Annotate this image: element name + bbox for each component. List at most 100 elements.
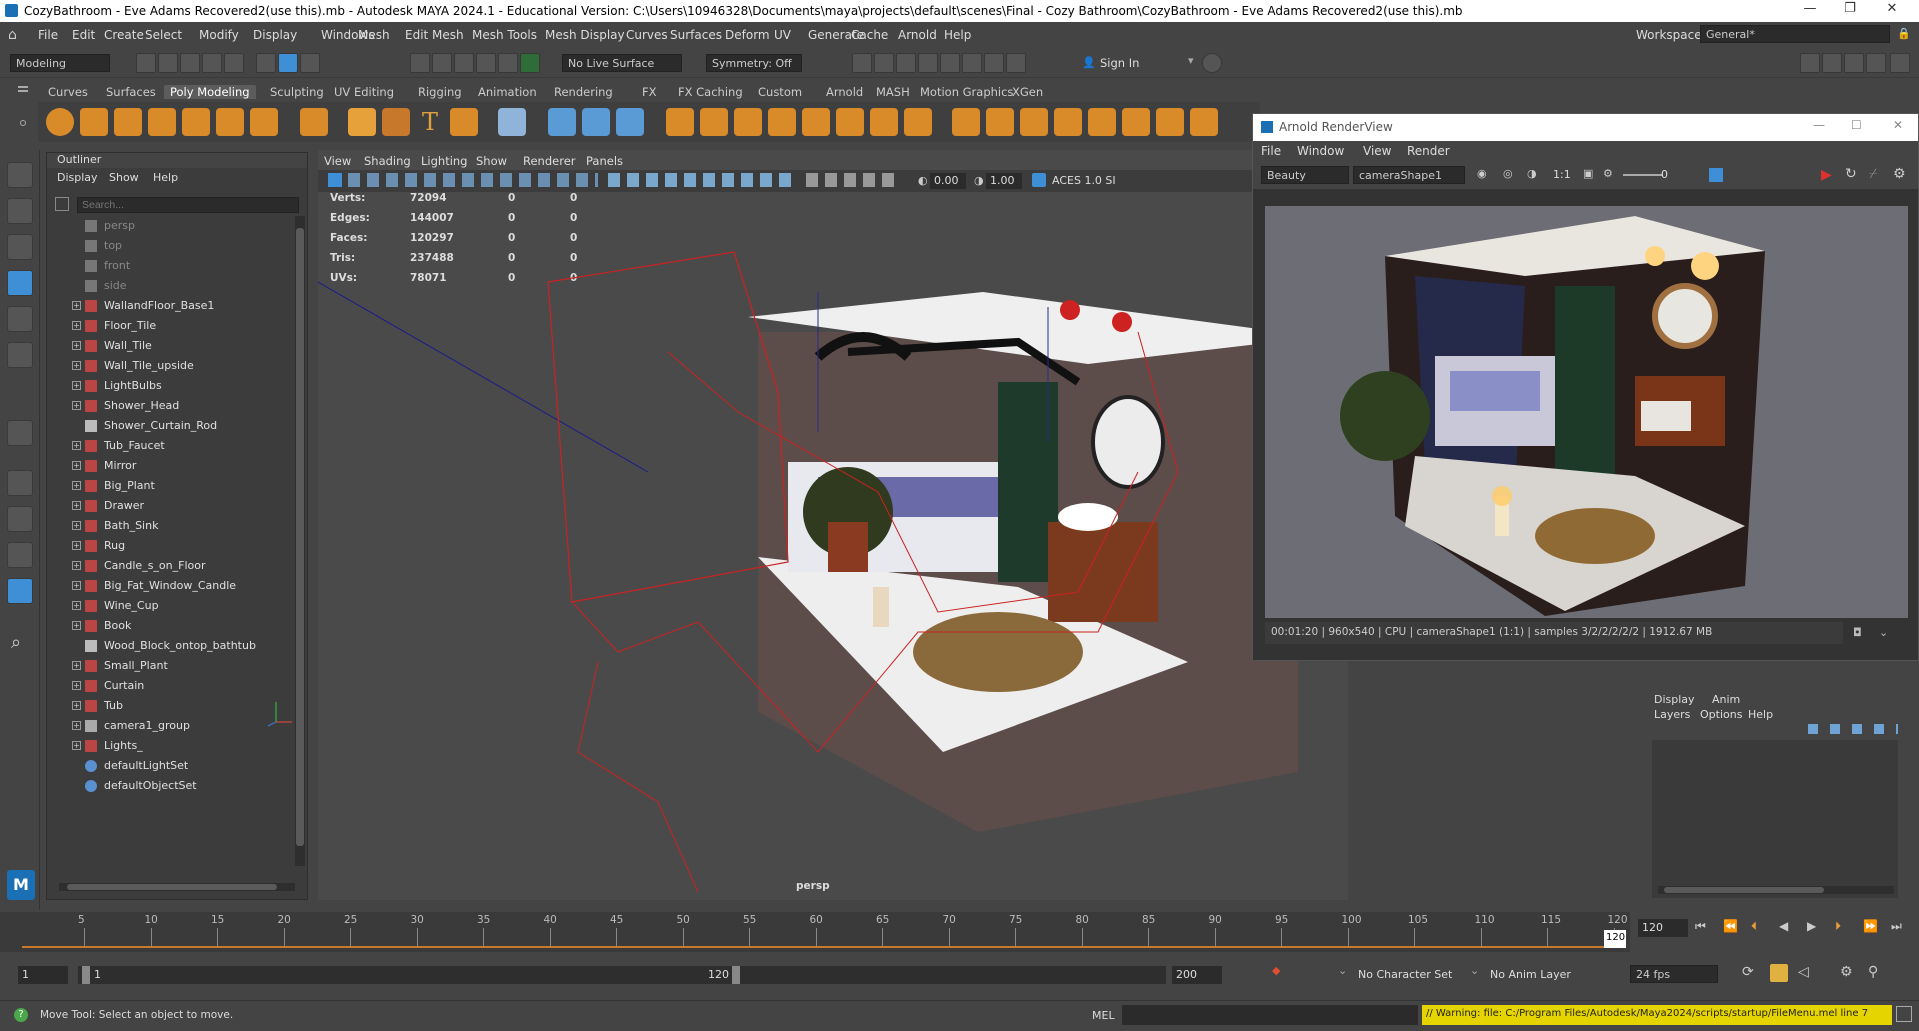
expand-icon[interactable]: +	[72, 701, 81, 710]
bridge-icon[interactable]	[986, 108, 1014, 136]
gamma-field[interactable]: 1.00	[986, 173, 1022, 189]
exposure-slider[interactable]	[1623, 174, 1663, 176]
render-view-icon[interactable]	[962, 53, 982, 73]
expand-icon[interactable]: +	[72, 341, 81, 350]
outliner-toggle-icon[interactable]	[1890, 53, 1910, 73]
outliner-item[interactable]: Wood_Block_ontop_bathtub	[47, 636, 295, 656]
edge-loop-icon[interactable]	[1190, 108, 1218, 136]
display-settings-icon[interactable]: ◉	[1477, 167, 1487, 180]
platonic-solid-icon[interactable]	[300, 108, 328, 136]
outliner-item[interactable]: + Big_Fat_Window_Candle	[47, 576, 295, 596]
current-frame-marker[interactable]: 120	[1604, 930, 1626, 948]
expand-icon[interactable]: +	[72, 581, 81, 590]
chevron-down-icon[interactable]: ⌄	[1338, 964, 1347, 977]
reduce-icon[interactable]	[802, 108, 830, 136]
shelf-tab-motion-graphics[interactable]: Motion Graphics	[914, 85, 1019, 99]
expand-icon[interactable]: +	[72, 541, 81, 550]
outliner-h-scrollbar[interactable]	[59, 883, 295, 891]
snap-curve-icon[interactable]	[432, 53, 452, 73]
workspace-dropdown[interactable]: General*	[1700, 25, 1890, 43]
combine-icon[interactable]	[666, 108, 694, 136]
shelf-tab-rendering[interactable]: Rendering	[548, 85, 619, 99]
outliner-item[interactable]: persp	[47, 216, 295, 236]
start-frame-field[interactable]: 1	[18, 966, 68, 984]
menu-help[interactable]: Help	[944, 28, 971, 42]
shelf-tab-sculpting[interactable]: Sculpting	[264, 85, 330, 99]
frame-icon[interactable]: ▣	[1583, 167, 1593, 180]
ipr-pause-icon[interactable]	[1006, 53, 1026, 73]
poly-cube-icon[interactable]	[80, 108, 108, 136]
character-icon[interactable]: ⚲	[1868, 964, 1878, 980]
poly-cylinder-icon[interactable]	[114, 108, 142, 136]
select-component-icon[interactable]	[300, 53, 320, 73]
menu-mesh[interactable]: Mesh	[358, 28, 390, 42]
menu-curves[interactable]: Curves	[626, 28, 668, 42]
color-space-label[interactable]: ACES 1.0 SI	[1052, 174, 1116, 187]
menu-surfaces[interactable]: Surfaces	[670, 28, 722, 42]
retopologize-icon[interactable]	[870, 108, 898, 136]
symmetry-dropdown[interactable]: Symmetry: Off	[706, 54, 802, 72]
rotate-tool-icon[interactable]	[7, 306, 33, 332]
save-scene-icon[interactable]	[180, 53, 200, 73]
minimize-button[interactable]: —	[1790, 1, 1830, 16]
renderview-menu-window[interactable]: Window	[1297, 144, 1344, 158]
poly-sphere-icon[interactable]	[46, 108, 74, 136]
renderview-menu-view[interactable]: View	[1363, 144, 1391, 158]
shelf-tab-poly-modeling[interactable]: Poly Modeling	[164, 85, 256, 99]
viewport-menu-panels[interactable]: Panels	[586, 154, 623, 168]
shelf-tab-arnold[interactable]: Arnold	[820, 85, 869, 99]
poly-cone-icon[interactable]	[148, 108, 176, 136]
shelf-tab-fx[interactable]: FX	[636, 85, 663, 99]
new-scene-icon[interactable]	[136, 53, 156, 73]
menu-file[interactable]: File	[38, 28, 58, 42]
outliner-item[interactable]: + Lights_	[47, 736, 295, 756]
zoom-ratio[interactable]: 1:1	[1553, 168, 1571, 181]
hypershade-icon[interactable]	[940, 53, 960, 73]
shelf-tab-surfaces[interactable]: Surfaces	[100, 85, 162, 99]
tab-display[interactable]: Display	[1654, 693, 1695, 706]
expand-icon[interactable]: +	[72, 601, 81, 610]
outliner-layout-icon[interactable]	[7, 578, 33, 604]
outliner-item[interactable]: side	[47, 276, 295, 296]
outliner-item[interactable]: + camera1_group	[47, 716, 295, 736]
step-back-frame-icon[interactable]: ⏴	[1751, 919, 1757, 934]
exposure-value[interactable]: 0	[1661, 168, 1668, 181]
maya-logo-icon[interactable]: M	[7, 870, 35, 900]
exposure-settings-icon[interactable]: ⚙	[1603, 167, 1613, 180]
shelf-tab-curves[interactable]: Curves	[42, 85, 94, 99]
expand-icon[interactable]: +	[72, 381, 81, 390]
outliner-item[interactable]: + Wine_Cup	[47, 596, 295, 616]
minimize-button[interactable]: —	[1813, 118, 1825, 132]
merge-icon[interactable]	[1156, 108, 1184, 136]
text-icon[interactable]: T	[422, 108, 438, 136]
snap-view-icon[interactable]	[476, 53, 496, 73]
outliner-menu-display[interactable]: Display	[57, 171, 98, 184]
camera-select-icon[interactable]	[328, 173, 342, 187]
menu-arnold[interactable]: Arnold	[898, 28, 937, 42]
viewport-menu-renderer[interactable]: Renderer	[523, 154, 576, 168]
menu-select[interactable]: Select	[145, 28, 182, 42]
step-forward-key-icon[interactable]: ⏩	[1863, 919, 1878, 933]
viewport-menu-view[interactable]: View	[324, 154, 351, 168]
play-forward-icon[interactable]: ▶	[1807, 919, 1816, 933]
refresh-icon[interactable]: ↻	[1845, 166, 1857, 182]
separate-icon[interactable]	[700, 108, 728, 136]
audio-icon[interactable]: ◁	[1798, 964, 1809, 980]
select-hierarchy-icon[interactable]	[256, 53, 276, 73]
outliner-h-scroll-thumb[interactable]	[67, 884, 277, 890]
outliner-item[interactable]: + LightBulbs	[47, 376, 295, 396]
auto-key-icon[interactable]: ◆	[1272, 964, 1280, 977]
maximize-button[interactable]: ❐	[1830, 1, 1870, 16]
outliner-item[interactable]: + Candle_s_on_Floor	[47, 556, 295, 576]
play-back-icon[interactable]: ◀	[1779, 919, 1788, 933]
render-settings-icon[interactable]	[918, 53, 938, 73]
expand-icon[interactable]: +	[72, 661, 81, 670]
exposure-field[interactable]: 0.00	[930, 173, 966, 189]
viewport-menu-lighting[interactable]: Lighting	[421, 154, 467, 168]
expand-icon[interactable]: +	[72, 521, 81, 530]
loop-icon[interactable]: ⟳	[1742, 964, 1754, 980]
render-image[interactable]	[1265, 206, 1908, 618]
poly-count-icon[interactable]	[582, 108, 610, 136]
expand-icon[interactable]: +	[72, 501, 81, 510]
redo-icon[interactable]	[224, 53, 244, 73]
